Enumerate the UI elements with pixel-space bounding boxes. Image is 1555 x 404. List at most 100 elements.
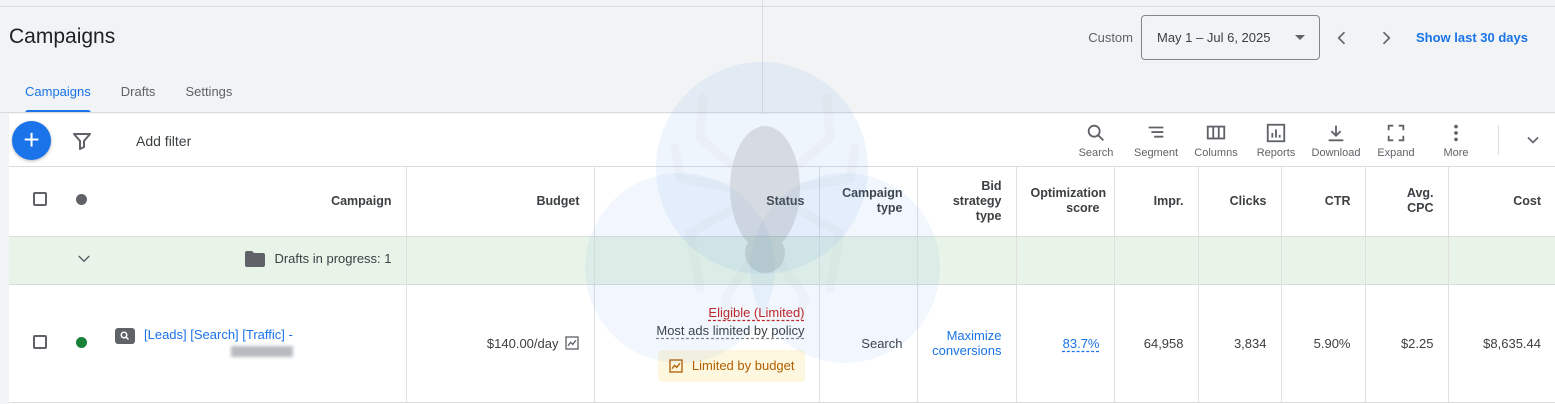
row-checkbox[interactable]	[33, 334, 47, 349]
columns-icon	[1206, 125, 1226, 139]
add-filter-button[interactable]: Add filter	[136, 133, 191, 149]
header-cost[interactable]: Cost	[1448, 167, 1555, 237]
page-tabs: Campaigns Drafts Settings	[0, 70, 247, 113]
bid-strategy-link[interactable]: Maximize conversions	[932, 328, 1001, 358]
campaign-name-link[interactable]: [Leads] [Search] [Traffic] -	[144, 327, 293, 343]
drafts-cell	[1198, 236, 1282, 285]
header-ctr[interactable]: CTR	[1281, 167, 1366, 237]
segment-label: Segment	[1133, 146, 1179, 159]
more-vert-icon	[1454, 124, 1458, 141]
budget-value[interactable]: $140.00/day	[487, 336, 559, 351]
columns-button[interactable]: Columns	[1186, 114, 1246, 166]
clicks-cell: 3,834	[1198, 284, 1282, 403]
status-dot-header	[61, 167, 101, 237]
campaigns-table: Campaign Budget Status Campaign type Bid…	[9, 167, 1555, 403]
drafts-row[interactable]: Drafts in progress: 1	[9, 236, 1555, 285]
redacted-campaign-name	[230, 345, 293, 357]
campaign-name-cell: [Leads] [Search] [Traffic] -	[101, 284, 407, 403]
next-period-button[interactable]	[1364, 16, 1408, 60]
table-row: [Leads] [Search] [Traffic] - $140.00/day…	[9, 284, 1555, 403]
header-clicks[interactable]: Clicks	[1198, 167, 1282, 237]
header-impr[interactable]: Impr.	[1114, 167, 1199, 237]
drafts-label-cell: Drafts in progress: 1	[101, 236, 407, 285]
table-header-row: Campaign Budget Status Campaign type Bid…	[9, 167, 1555, 237]
drafts-toggle-cell	[61, 236, 101, 285]
toolbar-actions: Search Segment Columns Reports Download …	[1066, 114, 1555, 166]
search-label: Search	[1078, 146, 1114, 159]
status-policy-note[interactable]: Most ads limited by policy	[609, 323, 804, 338]
header-campaign[interactable]: Campaign	[101, 167, 407, 237]
top-border	[0, 0, 1555, 7]
enabled-status-dot[interactable]	[76, 336, 87, 348]
previous-period-button[interactable]	[1320, 16, 1364, 60]
search-campaign-icon	[115, 327, 135, 344]
chevron-down-icon[interactable]	[75, 250, 93, 268]
more-button[interactable]: More	[1426, 114, 1486, 166]
drafts-cell	[917, 236, 1017, 285]
tab-campaigns[interactable]: Campaigns	[10, 70, 106, 113]
impr-cell: 64,958	[1114, 284, 1199, 403]
status-dot-icon[interactable]	[76, 193, 87, 205]
chevron-down-icon	[1527, 136, 1539, 144]
search-icon	[1087, 124, 1104, 141]
reports-icon	[1266, 123, 1286, 142]
limited-by-budget-chip[interactable]: Limited by budget	[657, 349, 805, 382]
reports-button[interactable]: Reports	[1246, 114, 1306, 166]
reports-label: Reports	[1256, 146, 1296, 159]
header-status[interactable]: Status	[594, 167, 820, 237]
budget-cell: $140.00/day	[406, 284, 595, 403]
drafts-cell	[1114, 236, 1199, 285]
row-status-dot-cell	[61, 284, 101, 403]
chevron-left-icon	[1337, 31, 1346, 44]
header-optimization-score[interactable]: Optimization score	[1016, 167, 1115, 237]
expand-icon	[1387, 124, 1405, 141]
columns-label: Columns	[1194, 146, 1238, 159]
ctr-cell: 5.90%	[1281, 284, 1366, 403]
expand-label: Expand	[1377, 146, 1415, 159]
campaign-type-cell: Search	[819, 284, 918, 403]
date-range-value: May 1 – Jul 6, 2025	[1157, 30, 1271, 45]
header-bid-strategy[interactable]: Bid strategy type	[917, 167, 1017, 237]
row-select-cell	[9, 284, 61, 403]
filter-icon[interactable]	[70, 129, 94, 153]
campaigns-table-card: + Add filter Search Segment Columns Repo…	[9, 114, 1555, 404]
select-all-checkbox[interactable]	[33, 192, 47, 207]
status-eligible-limited[interactable]: Eligible (Limited)	[609, 305, 804, 320]
collapse-toolbar-button[interactable]	[1511, 130, 1555, 150]
download-label: Download	[1311, 146, 1361, 159]
status-cell: Eligible (Limited) Most ads limited by p…	[594, 284, 820, 403]
add-campaign-button[interactable]: +	[12, 121, 51, 160]
segment-button[interactable]: Segment	[1126, 114, 1186, 166]
date-preset-label: Custom	[1088, 30, 1133, 45]
trend-chart-icon	[669, 358, 683, 373]
caret-down-icon	[1295, 35, 1305, 40]
show-last-30-days-link[interactable]: Show last 30 days	[1416, 30, 1528, 45]
trend-chart-icon[interactable]	[564, 335, 580, 351]
optimization-score-link[interactable]: 83.7%	[1063, 336, 1100, 351]
tab-settings[interactable]: Settings	[170, 70, 247, 113]
date-range-select[interactable]: May 1 – Jul 6, 2025	[1141, 15, 1320, 60]
cost-cell: $8,635.44	[1448, 284, 1555, 403]
drafts-in-progress-label: Drafts in progress: 1	[274, 251, 392, 266]
drafts-cell	[594, 236, 820, 285]
segment-icon	[1148, 126, 1164, 138]
tab-drafts[interactable]: Drafts	[106, 70, 171, 113]
header-budget[interactable]: Budget	[406, 167, 595, 237]
folder-icon	[245, 250, 266, 267]
drafts-cell	[1365, 236, 1449, 285]
header-avg-cpc[interactable]: Avg. CPC	[1365, 167, 1449, 237]
drafts-empty-cell	[9, 236, 61, 285]
drafts-cell	[1448, 236, 1555, 285]
more-label: More	[1443, 146, 1469, 159]
chevron-right-icon	[1382, 31, 1391, 44]
tabs-divider	[0, 112, 1555, 113]
drafts-cell	[406, 236, 595, 285]
search-button[interactable]: Search	[1066, 114, 1126, 166]
header-campaign-type[interactable]: Campaign type	[819, 167, 918, 237]
drafts-cell	[1016, 236, 1115, 285]
expand-button[interactable]: Expand	[1366, 114, 1426, 166]
table-toolbar: + Add filter Search Segment Columns Repo…	[9, 114, 1555, 167]
download-button[interactable]: Download	[1306, 114, 1366, 166]
select-all-cell	[9, 167, 61, 237]
limited-by-budget-label: Limited by budget	[691, 358, 795, 373]
